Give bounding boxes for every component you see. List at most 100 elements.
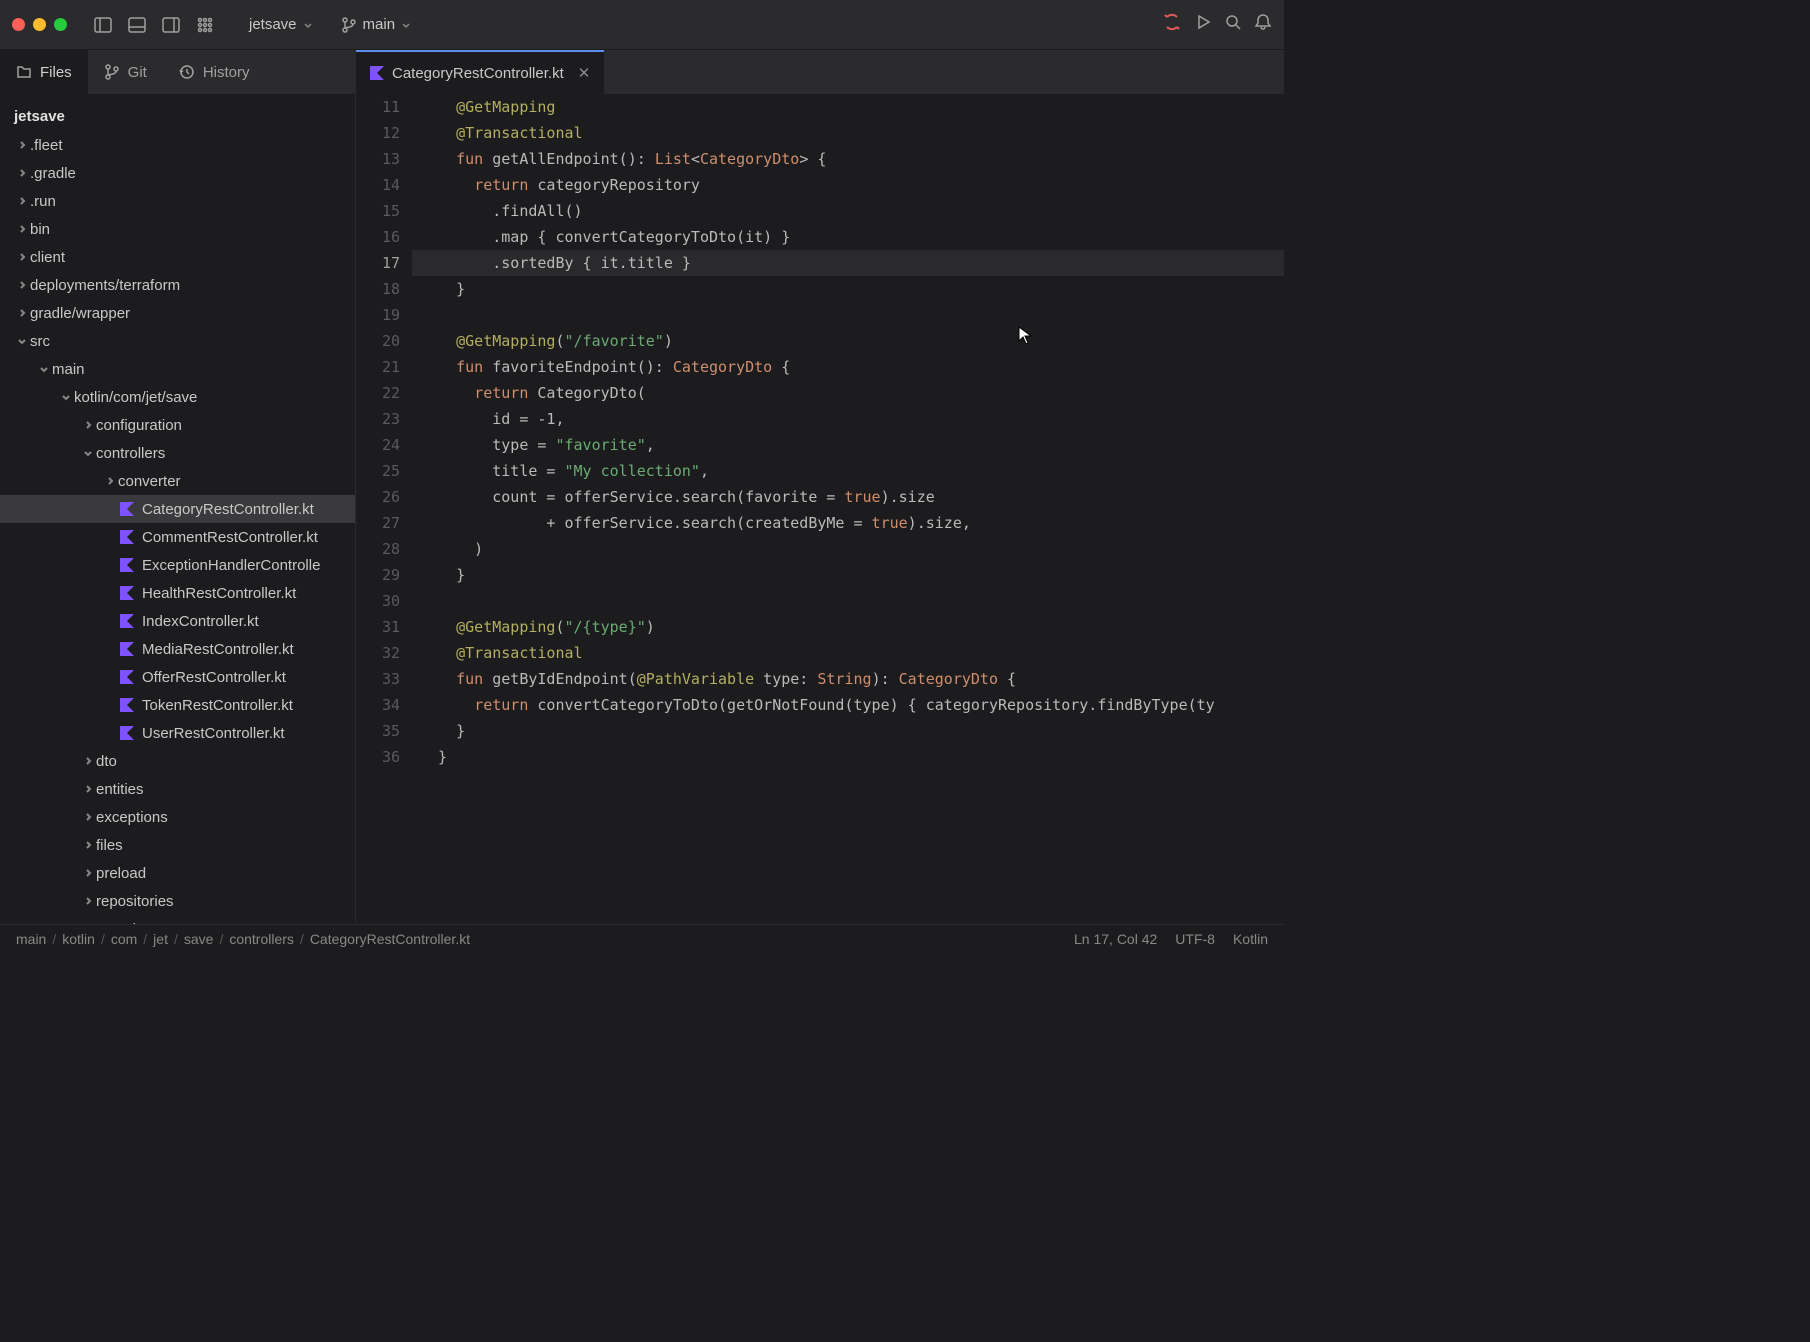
run-button[interactable] xyxy=(1194,13,1212,36)
tree-item[interactable]: configuration xyxy=(0,411,355,439)
tree-item[interactable]: deployments/terraform xyxy=(0,271,355,299)
code-line[interactable]: + offerService.search(createdByMe = true… xyxy=(412,510,1284,536)
tree-item[interactable]: src xyxy=(0,327,355,355)
code-line[interactable]: fun getAllEndpoint(): List<CategoryDto> … xyxy=(412,146,1284,172)
code-line[interactable]: type = "favorite", xyxy=(412,432,1284,458)
tree-item[interactable]: .gradle xyxy=(0,159,355,187)
tree-item[interactable]: kotlin/com/jet/save xyxy=(0,383,355,411)
code-line[interactable]: @GetMapping("/favorite") xyxy=(412,328,1284,354)
tree-item[interactable]: IndexController.kt xyxy=(0,607,355,635)
kotlin-icon xyxy=(118,640,136,658)
tree-root[interactable]: jetsave xyxy=(0,102,355,131)
tab-git[interactable]: Git xyxy=(88,50,163,94)
code-line[interactable]: } xyxy=(412,562,1284,588)
file-language[interactable]: Kotlin xyxy=(1233,931,1268,947)
code-line[interactable]: @GetMapping("/{type}") xyxy=(412,614,1284,640)
tab-files[interactable]: Files xyxy=(0,50,88,94)
tab-git-label: Git xyxy=(128,64,147,81)
branch-selector[interactable]: main xyxy=(333,12,420,37)
code-line[interactable]: } xyxy=(412,718,1284,744)
tree-item[interactable]: .fleet xyxy=(0,131,355,159)
code-line[interactable]: } xyxy=(412,744,1284,770)
tree-item[interactable]: gradle/wrapper xyxy=(0,299,355,327)
tree-item-label: dto xyxy=(96,753,117,770)
code-editor[interactable]: 1112131415161718192021222324252627282930… xyxy=(356,94,1284,924)
code-line[interactable]: } xyxy=(412,276,1284,302)
breadcrumb-segment[interactable]: main xyxy=(16,931,46,947)
tree-item[interactable]: CommentRestController.kt xyxy=(0,523,355,551)
tree-item-label: security xyxy=(96,921,148,925)
tree-item[interactable]: main xyxy=(0,355,355,383)
breadcrumb-segment[interactable]: CategoryRestController.kt xyxy=(310,931,470,947)
code-line[interactable]: .sortedBy { it.title } xyxy=(412,250,1284,276)
search-button[interactable] xyxy=(1224,13,1242,36)
code-line[interactable]: @Transactional xyxy=(412,640,1284,666)
window-controls xyxy=(12,18,67,31)
breadcrumb-segment[interactable]: save xyxy=(184,931,214,947)
tree-item[interactable]: controllers xyxy=(0,439,355,467)
tree-item[interactable]: ExceptionHandlerControlle xyxy=(0,551,355,579)
code-line[interactable]: id = -1, xyxy=(412,406,1284,432)
code-line[interactable]: @Transactional xyxy=(412,120,1284,146)
tree-item[interactable]: TokenRestController.kt xyxy=(0,691,355,719)
tree-item[interactable]: MediaRestController.kt xyxy=(0,635,355,663)
maximize-window-button[interactable] xyxy=(54,18,67,31)
code-line[interactable]: return convertCategoryToDto(getOrNotFoun… xyxy=(412,692,1284,718)
code-line[interactable]: count = offerService.search(favorite = t… xyxy=(412,484,1284,510)
tree-item[interactable]: exceptions xyxy=(0,803,355,831)
breadcrumb[interactable]: main/kotlin/com/jet/save/controllers/Cat… xyxy=(16,931,470,947)
sync-status-button[interactable] xyxy=(1162,12,1182,37)
tree-item[interactable]: preload xyxy=(0,859,355,887)
close-window-button[interactable] xyxy=(12,18,25,31)
code-line[interactable]: .findAll() xyxy=(412,198,1284,224)
code-line[interactable]: @GetMapping xyxy=(412,94,1284,120)
code-line[interactable]: ) xyxy=(412,536,1284,562)
breadcrumb-segment[interactable]: com xyxy=(111,931,137,947)
toggle-left-panel-button[interactable] xyxy=(87,11,119,39)
folder-icon xyxy=(16,64,32,80)
breadcrumb-segment[interactable]: jet xyxy=(153,931,168,947)
code-line[interactable]: title = "My collection", xyxy=(412,458,1284,484)
minimize-window-button[interactable] xyxy=(33,18,46,31)
tree-item[interactable]: OfferRestController.kt xyxy=(0,663,355,691)
code-line[interactable]: fun favoriteEndpoint(): CategoryDto { xyxy=(412,354,1284,380)
editor-tabs: CategoryRestController.kt ✕ xyxy=(356,50,1284,94)
line-number: 15 xyxy=(356,198,400,224)
code-line[interactable] xyxy=(412,302,1284,328)
tree-item[interactable]: UserRestController.kt xyxy=(0,719,355,747)
close-tab-button[interactable]: ✕ xyxy=(578,64,591,82)
tree-item[interactable]: dto xyxy=(0,747,355,775)
editor-tab-active[interactable]: CategoryRestController.kt ✕ xyxy=(356,50,604,94)
file-encoding[interactable]: UTF-8 xyxy=(1175,931,1215,947)
file-tree[interactable]: jetsave .fleet.gradle.runbinclient deploy… xyxy=(0,94,355,924)
notifications-button[interactable] xyxy=(1254,13,1272,36)
tree-item[interactable]: repositories xyxy=(0,887,355,915)
tree-item[interactable]: HealthRestController.kt xyxy=(0,579,355,607)
chevron-down-icon xyxy=(36,364,52,374)
tree-item[interactable]: converter xyxy=(0,467,355,495)
tree-item[interactable]: .run xyxy=(0,187,355,215)
breadcrumb-segment[interactable]: controllers xyxy=(229,931,294,947)
breadcrumb-segment[interactable]: kotlin xyxy=(62,931,95,947)
chevron-down-icon xyxy=(14,336,30,346)
tree-item[interactable]: CategoryRestController.kt xyxy=(0,495,355,523)
tree-item[interactable]: client xyxy=(0,243,355,271)
code-line[interactable]: return categoryRepository xyxy=(412,172,1284,198)
tree-item-label: deployments/terraform xyxy=(30,277,180,294)
grid-button[interactable] xyxy=(189,11,221,39)
code-line[interactable] xyxy=(412,588,1284,614)
code-line[interactable]: .map { convertCategoryToDto(it) } xyxy=(412,224,1284,250)
toggle-bottom-panel-button[interactable] xyxy=(121,11,153,39)
code-line[interactable]: return CategoryDto( xyxy=(412,380,1284,406)
code-content[interactable]: @GetMapping @Transactional fun getAllEnd… xyxy=(412,94,1284,924)
kotlin-icon xyxy=(118,556,136,574)
project-selector[interactable]: jetsave xyxy=(241,12,321,37)
tab-history[interactable]: History xyxy=(163,50,266,94)
code-line[interactable]: fun getByIdEndpoint(@PathVariable type: … xyxy=(412,666,1284,692)
tree-item[interactable]: files xyxy=(0,831,355,859)
tree-item[interactable]: entities xyxy=(0,775,355,803)
toggle-right-panel-button[interactable] xyxy=(155,11,187,39)
cursor-position[interactable]: Ln 17, Col 42 xyxy=(1074,931,1157,947)
tree-item[interactable]: security xyxy=(0,915,355,924)
tree-item[interactable]: bin xyxy=(0,215,355,243)
